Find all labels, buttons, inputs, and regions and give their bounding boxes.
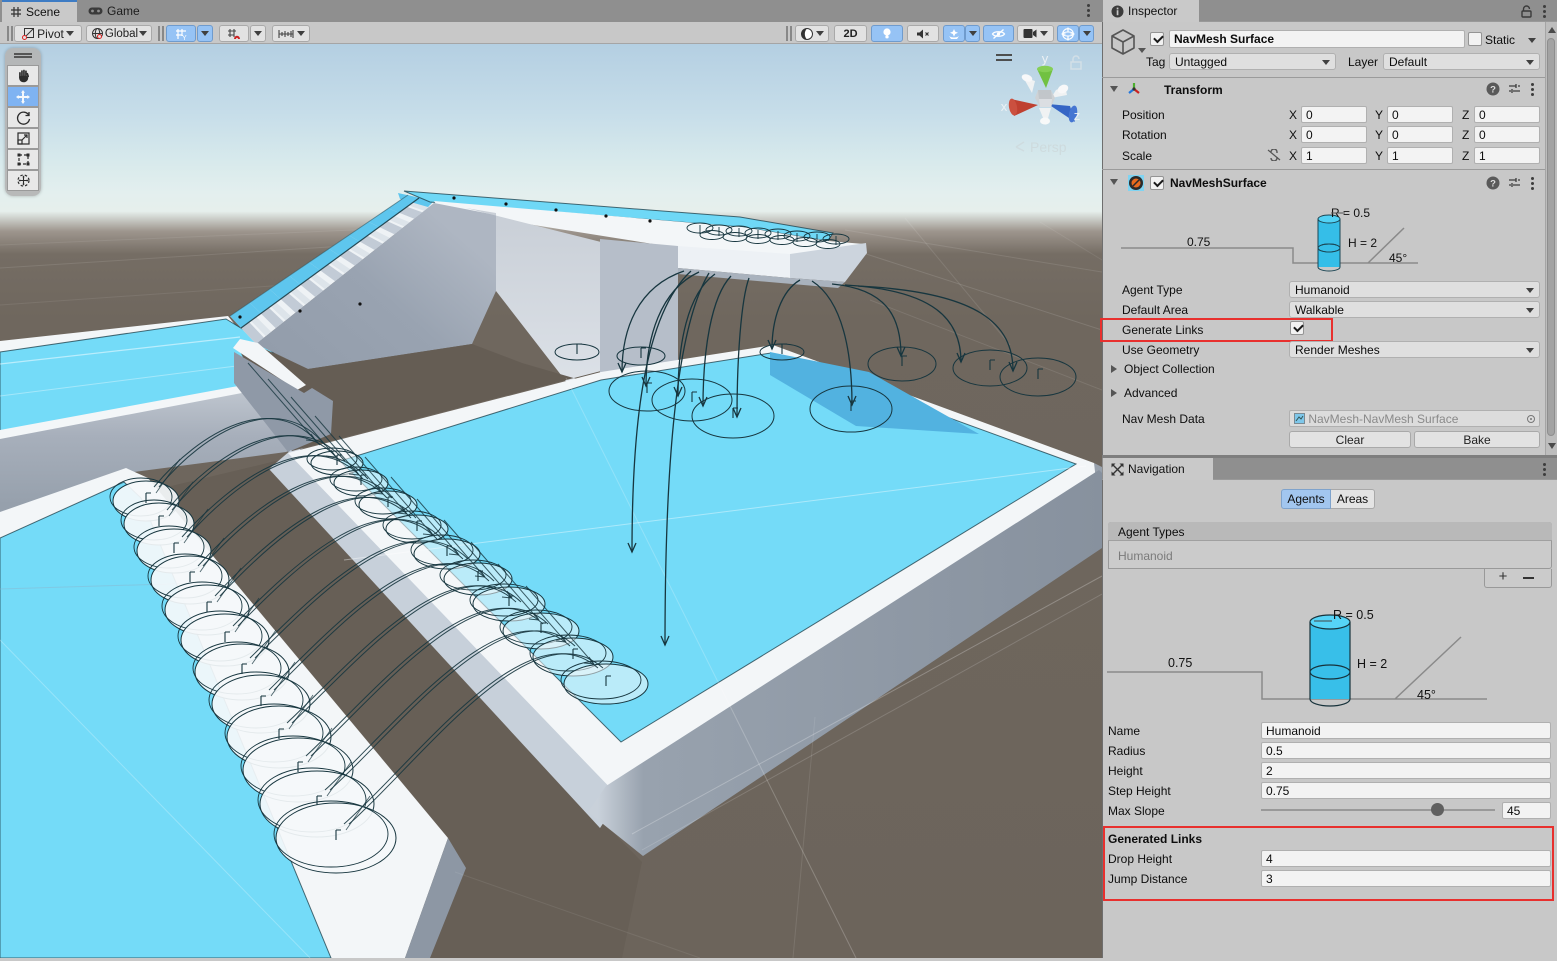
svg-text:?: ?: [1490, 179, 1496, 190]
svg-text:Persp: Persp: [1030, 139, 1067, 155]
svg-text:x: x: [1001, 99, 1008, 114]
svg-text:45°: 45°: [1389, 251, 1407, 265]
svg-text:z: z: [1074, 108, 1081, 123]
svg-text:0.75: 0.75: [1187, 235, 1211, 249]
svg-text:45°: 45°: [1417, 688, 1436, 702]
svg-text:?: ?: [1490, 85, 1496, 96]
svg-text:H = 2: H = 2: [1357, 657, 1387, 671]
svg-text:y: y: [1042, 51, 1049, 66]
svg-text:Y: Y: [182, 35, 187, 41]
svg-text:0.75: 0.75: [1168, 656, 1192, 670]
svg-text:R = 0.5: R = 0.5: [1333, 608, 1374, 622]
svg-text:H = 2: H = 2: [1348, 236, 1377, 250]
